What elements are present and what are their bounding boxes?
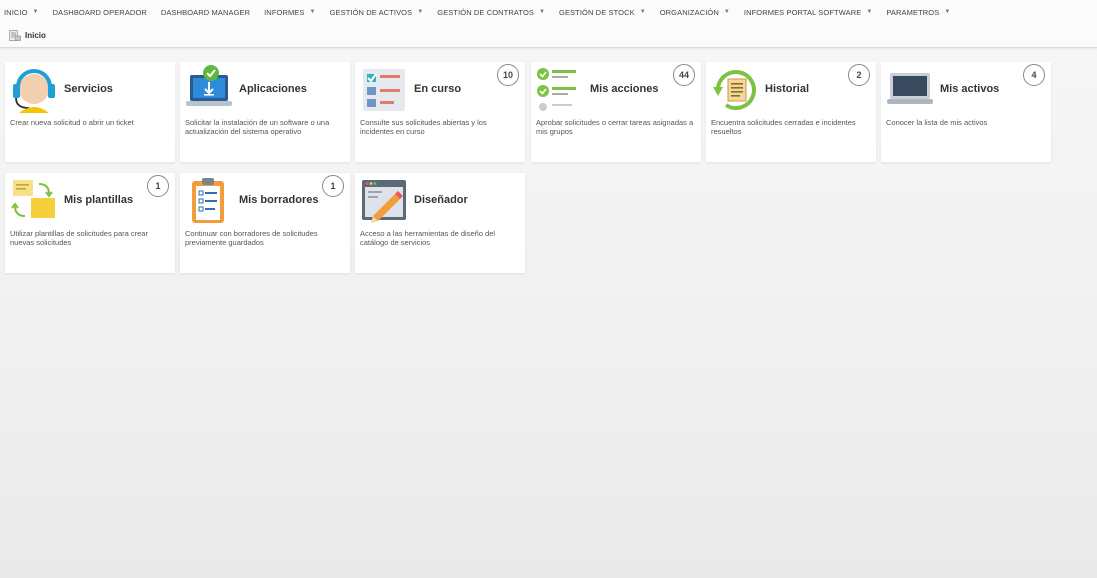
count-badge: 1 <box>322 175 344 197</box>
caret-down-icon: ▼ <box>309 9 316 15</box>
nav-item-label: GESTIÓN DE STOCK <box>559 7 635 17</box>
caret-down-icon: ▼ <box>723 9 730 15</box>
nav-item-label: GESTIÓN DE CONTRATOS <box>437 7 534 17</box>
tile-description: Solicitar la instalación de un software … <box>185 118 330 136</box>
tile-historial[interactable]: Historial Encuentra solicitudes cerradas… <box>706 62 876 162</box>
tile-mis-activos[interactable]: Mis activos Conocer la lista de mis acti… <box>881 62 1051 162</box>
caret-down-icon: ▼ <box>944 9 951 15</box>
clipboard-icon <box>192 178 224 223</box>
nav-item-gestion-activos[interactable]: GESTIÓN DE ACTIVOS ▼ <box>330 8 424 17</box>
tile-description: Crear nueva solicitud o abrir un ticket <box>10 118 134 127</box>
tile-title: Mis acciones <box>590 83 659 95</box>
check-list-icon <box>537 68 576 111</box>
tile-title: Mis activos <box>940 83 1000 95</box>
count-badge: 10 <box>497 64 519 86</box>
count-badge: 2 <box>848 64 870 86</box>
nav-item-label: GESTIÓN DE ACTIVOS <box>329 7 413 17</box>
caret-down-icon: ▼ <box>32 9 39 15</box>
tile-description: Acceso a las herramientas de diseño del … <box>360 229 496 247</box>
designer-pencil-icon <box>362 180 406 223</box>
templates-icon <box>11 180 55 218</box>
top-navigation: INICIO ▼ DASHBOARD OPERADOR DASHBOARD MAN… <box>0 0 1097 24</box>
tile-description: Consulte sus solicitudes abiertas y los … <box>360 118 487 136</box>
tile-mis-borradores[interactable]: Mis borradores Continuar con borradores … <box>180 173 350 273</box>
caret-down-icon: ▼ <box>417 9 424 15</box>
caret-down-icon: ▼ <box>866 9 873 15</box>
count-badge: 44 <box>673 64 695 86</box>
nav-item-gestion-contratos[interactable]: GESTIÓN DE CONTRATOS ▼ <box>437 8 545 17</box>
nav-item-label: INFORMES PORTAL SOFTWARE <box>743 7 862 17</box>
breadcrumb-label[interactable]: Inicio <box>25 31 46 40</box>
nav-item-informes[interactable]: INFORMES ▼ <box>264 8 315 17</box>
checklist-document-icon <box>363 69 405 111</box>
tile-title: Servicios <box>64 83 113 95</box>
tile-aplicaciones[interactable]: Aplicaciones Solicitar la instalación de… <box>180 62 350 162</box>
tile-description: Conocer la lista de mis activos <box>886 118 988 127</box>
tile-description: Utilizar plantillas de solicitudes para … <box>10 229 148 247</box>
nav-item-label: ORGANIZACIÓN <box>659 7 719 17</box>
caret-down-icon: ▼ <box>639 9 646 15</box>
home-page-icon <box>9 30 21 41</box>
tile-mis-acciones[interactable]: Mis acciones Aprobar solicitudes o cerra… <box>531 62 701 162</box>
tile-title: Diseñador <box>414 194 468 206</box>
laptop-download-icon <box>186 65 232 106</box>
nav-item-label: DASHBOARD OPERADOR <box>52 7 147 17</box>
count-badge: 1 <box>147 175 169 197</box>
tile-mis-plantillas[interactable]: Mis plantillas Utilizar plantillas de so… <box>5 173 175 273</box>
tile-en-curso[interactable]: En curso Consulte sus solicitudes abiert… <box>355 62 525 162</box>
nav-item-parametros[interactable]: PARAMETROS ▼ <box>886 8 950 17</box>
nav-item-label: INFORMES <box>264 7 305 17</box>
tile-title: Mis plantillas <box>64 194 134 206</box>
nav-item-gestion-stock[interactable]: GESTIÓN DE STOCK ▼ <box>559 8 646 17</box>
nav-item-label: DASHBOARD MANAGER <box>160 7 251 17</box>
breadcrumb: Inicio <box>0 24 1097 48</box>
tile-description: Continuar con borradores de solicitudes … <box>185 229 318 247</box>
tile-description: Encuentra solicitudes cerradas e inciden… <box>711 118 856 136</box>
tile-description: Aprobar solicitudes o cerrar tareas asig… <box>536 118 694 136</box>
tile-title: En curso <box>414 83 462 95</box>
tile-disenador[interactable]: Diseñador Acceso a las herramientas de d… <box>355 173 525 273</box>
tile-title: Mis borradores <box>239 194 319 206</box>
tile-servicios[interactable]: Servicios Crear nueva solicitud o abrir … <box>5 62 175 162</box>
nav-item-organizacion[interactable]: ORGANIZACIÓN ▼ <box>660 8 730 17</box>
nav-item-label: PARAMETROS <box>886 7 940 17</box>
caret-down-icon: ▼ <box>539 9 546 15</box>
history-icon <box>713 70 756 111</box>
nav-item-informes-portal-software[interactable]: INFORMES PORTAL SOFTWARE ▼ <box>744 8 872 17</box>
nav-item-dashboard-operador[interactable]: DASHBOARD OPERADOR <box>53 8 147 17</box>
nav-item-dashboard-manager[interactable]: DASHBOARD MANAGER <box>161 8 250 17</box>
count-badge: 4 <box>1023 64 1045 86</box>
headset-icon <box>13 69 55 113</box>
monitor-icon <box>887 73 933 104</box>
nav-item-label: INICIO <box>4 7 28 17</box>
tile-title: Aplicaciones <box>239 83 307 95</box>
tile-title: Historial <box>765 83 810 95</box>
nav-item-inicio[interactable]: INICIO ▼ <box>4 8 39 17</box>
